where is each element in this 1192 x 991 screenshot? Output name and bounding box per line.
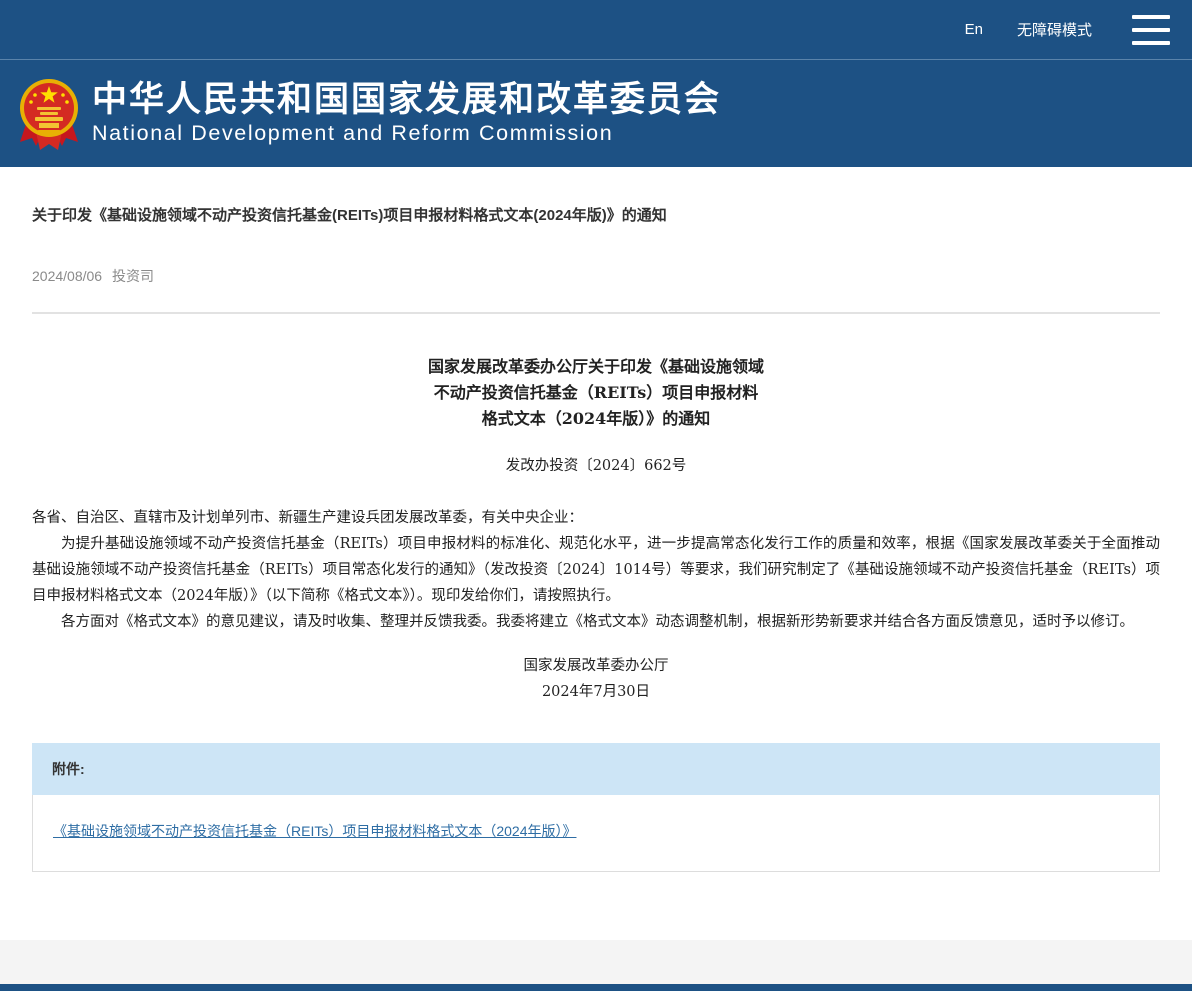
document-title-line1: 国家发展改革委办公厅关于印发《基础设施领域	[32, 354, 1160, 380]
site-title-block: 中华人民共和国国家发展和改革委员会 National Development a…	[92, 81, 721, 147]
document-title-line2: 不动产投资信托基金（REITs）项目申报材料	[32, 380, 1160, 406]
site-header: 中华人民共和国国家发展和改革委员会 National Development a…	[0, 60, 1192, 167]
signature-organization: 国家发展改革委办公厅	[32, 653, 1160, 679]
document-title: 国家发展改革委办公厅关于印发《基础设施领域 不动产投资信托基金（REITs）项目…	[32, 354, 1160, 432]
title-divider	[32, 312, 1160, 314]
menu-icon[interactable]	[1132, 15, 1170, 45]
document-body: 各省、自治区、直辖市及计划单列市、新疆生产建设兵团发展改革委，有关中央企业： 为…	[32, 505, 1160, 635]
accessibility-mode-link[interactable]: 无障碍模式	[1017, 19, 1092, 40]
attachment-link[interactable]: 《基础设施领域不动产投资信托基金（REITs）项目申报材料格式文本（2024年版…	[53, 823, 576, 839]
site-title-en: National Development and Reform Commissi…	[92, 121, 721, 146]
english-version-link[interactable]: En	[965, 21, 983, 38]
topbar: En 无障碍模式	[0, 0, 1192, 60]
publish-department: 投资司	[112, 268, 154, 284]
footer-bottom-bar	[0, 984, 1192, 991]
site-title-cn: 中华人民共和国国家发展和改革委员会	[92, 81, 721, 120]
page-title: 关于印发《基础设施领域不动产投资信托基金(REITs)项目申报材料格式文本(20…	[32, 167, 1160, 226]
salutation: 各省、自治区、直辖市及计划单列市、新疆生产建设兵团发展改革委，有关中央企业：	[32, 505, 1160, 531]
attachment-header: 附件:	[32, 743, 1160, 795]
attachment-list: 《基础设施领域不动产投资信托基金（REITs）项目申报材料格式文本（2024年版…	[32, 795, 1160, 872]
attachment-section: 附件: 《基础设施领域不动产投资信托基金（REITs）项目申报材料格式文本（20…	[32, 743, 1160, 872]
footer	[0, 940, 1192, 984]
body-paragraph-1: 为提升基础设施领域不动产投资信托基金（REITs）项目申报材料的标准化、规范化水…	[32, 531, 1160, 609]
national-emblem-icon	[18, 76, 80, 152]
article-meta: 2024/08/06 投资司	[32, 266, 1160, 286]
publish-date: 2024/08/06	[32, 268, 102, 284]
attachment-label: 附件:	[52, 759, 85, 779]
main-content: 关于印发《基础设施领域不动产投资信托基金(REITs)项目申报材料格式文本(20…	[0, 167, 1192, 910]
body-paragraph-2: 各方面对《格式文本》的意见建议，请及时收集、整理并反馈我委。我委将建立《格式文本…	[32, 609, 1160, 635]
signature-date: 2024年7月30日	[32, 679, 1160, 705]
document-number: 发改办投资〔2024〕662号	[32, 454, 1160, 475]
signature-block: 国家发展改革委办公厅 2024年7月30日	[32, 653, 1160, 705]
document-title-line3: 格式文本（2024年版）》的通知	[32, 406, 1160, 432]
